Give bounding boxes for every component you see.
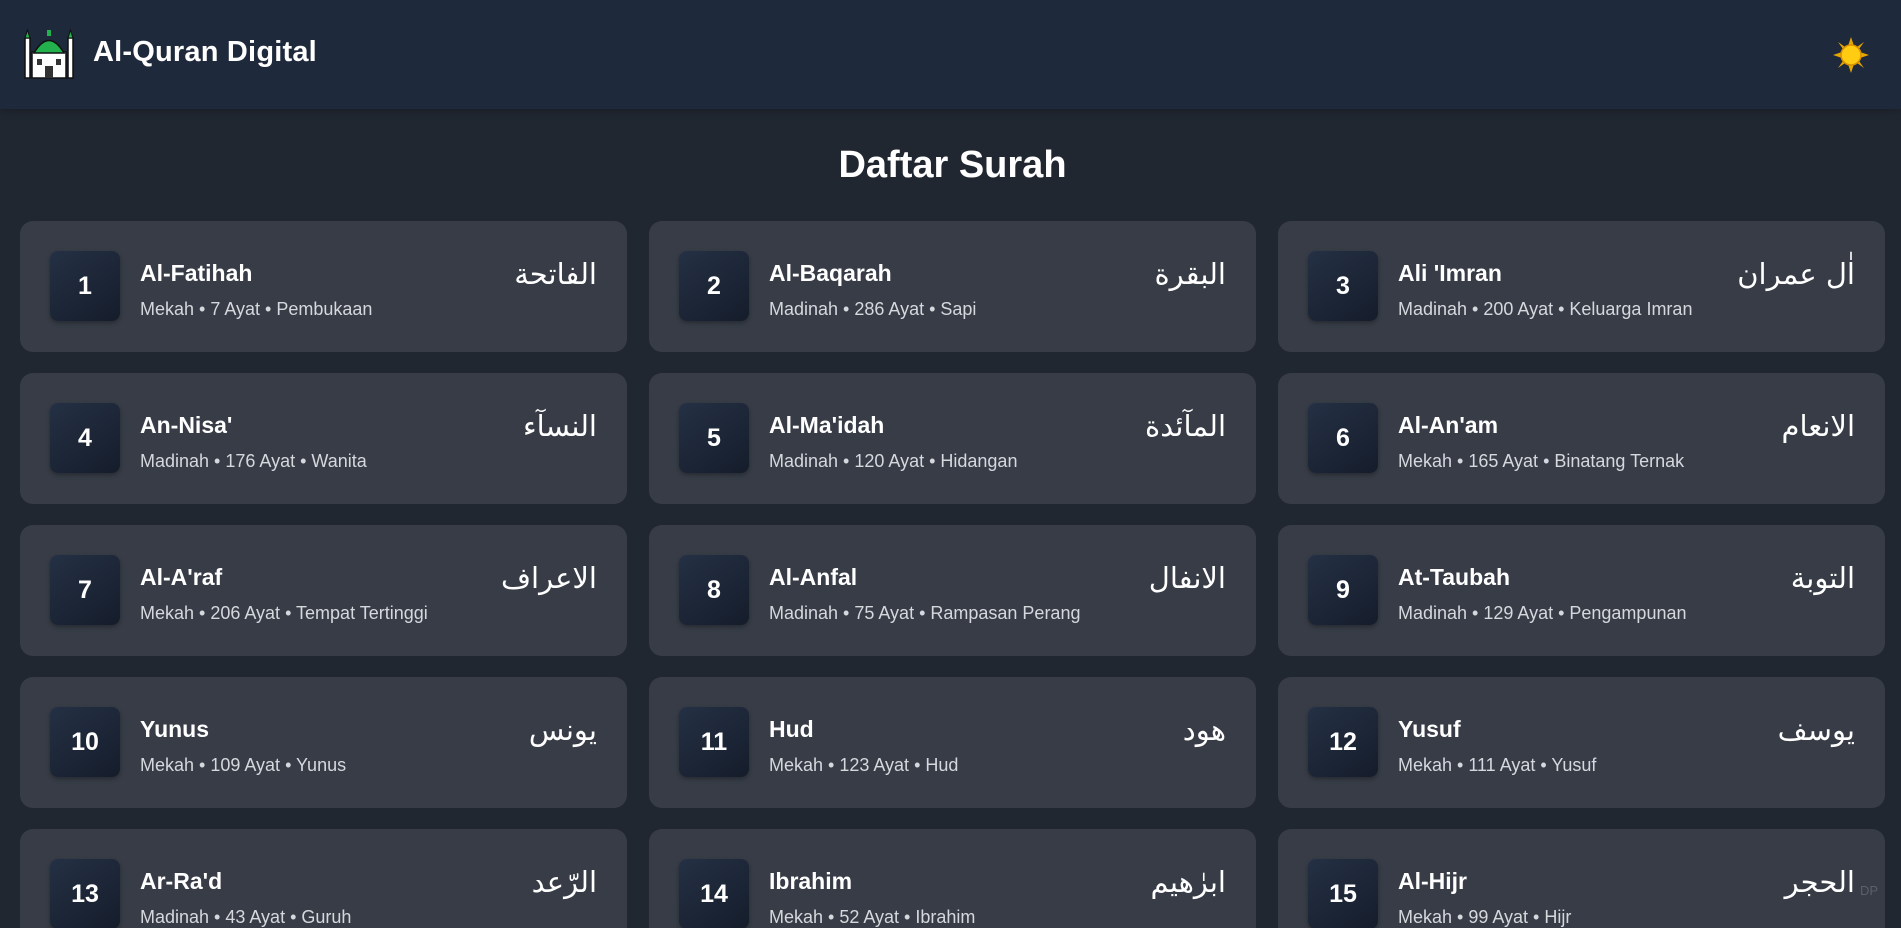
surah-arabic-name: يونس (528, 713, 597, 747)
surah-name: Yunus (140, 716, 210, 742)
surah-number-badge: 3 (1308, 251, 1378, 321)
surah-meta: Mekah • 123 Ayat • Hud (769, 755, 959, 775)
surah-number-badge: 2 (679, 251, 749, 321)
surah-card[interactable]: 8 Al-Anfal Madinah • 75 Ayat • Rampasan Pe… (649, 525, 1256, 656)
surah-number-badge: 9 (1308, 555, 1378, 625)
surah-number-badge: 4 (50, 403, 120, 473)
surah-name: Ali 'Imran (1398, 260, 1502, 286)
surah-number-badge: 13 (50, 859, 120, 928)
surah-number-badge: 10 (50, 707, 120, 777)
surah-arabic-name: ابرٰهيم (1150, 865, 1226, 899)
surah-number-badge: 14 (679, 859, 749, 928)
surah-arabic-name: يوسف (1777, 713, 1855, 747)
surah-name: Al-An'am (1398, 412, 1499, 438)
surah-meta: Mekah • 99 Ayat • Hijr (1398, 907, 1572, 927)
surah-arabic-name: الرّعد (531, 865, 597, 899)
surah-card[interactable]: 10 Yunus Mekah • 109 Ayat • Yunus يونس (20, 677, 627, 808)
surah-card[interactable]: 12 Yusuf Mekah • 111 Ayat • Yusuf يوسف (1278, 677, 1885, 808)
surah-meta: Madinah • 286 Ayat • Sapi (769, 299, 977, 319)
page-title: Daftar Surah (838, 144, 1067, 186)
surah-list: 1 Al-Fatihah Mekah • 7 Ayat • Pembukaan الف… (20, 221, 1885, 928)
surah-meta: Mekah • 206 Ayat • Tempat Tertinggi (140, 603, 428, 623)
surah-arabic-name: الاعراف (500, 561, 597, 595)
surah-meta: Mekah • 109 Ayat • Yunus (140, 755, 347, 775)
surah-card[interactable]: 11 Hud Mekah • 123 Ayat • Hud هود (649, 677, 1256, 808)
surah-card[interactable]: 14 Ibrahim Mekah • 52 Ayat • Ibrahim ابرٰهي… (649, 829, 1256, 928)
surah-meta: Mekah • 111 Ayat • Yusuf (1398, 755, 1597, 775)
surah-name: Al-Baqarah (769, 260, 892, 286)
surah-arabic-name: المآئدة (1145, 409, 1226, 443)
surah-name: Ar-Ra'd (140, 868, 223, 894)
top-navbar: Al-Quran Digital (0, 0, 1901, 109)
surah-card[interactable]: 2 Al-Baqarah Madinah • 286 Ayat • Sapi البق… (649, 221, 1256, 352)
surah-meta: Mekah • 165 Ayat • Binatang Ternak (1398, 451, 1685, 471)
surah-card[interactable]: 15 Al-Hijr Mekah • 99 Ayat • Hijr الحجر (1278, 829, 1885, 928)
surah-number-badge: 11 (679, 707, 749, 777)
surah-meta: Madinah • 176 Ayat • Wanita (140, 451, 367, 471)
surah-card[interactable]: 7 Al-A'raf Mekah • 206 Ayat • Tempat Terti… (20, 525, 627, 656)
surah-card[interactable]: 3 Ali 'Imran Madinah • 200 Ayat • Keluarga… (1278, 221, 1885, 352)
surah-number-badge: 6 (1308, 403, 1378, 473)
surah-number-badge: 7 (50, 555, 120, 625)
surah-arabic-name: هود (1182, 713, 1226, 747)
surah-number-badge: 1 (50, 251, 120, 321)
surah-number-badge: 5 (679, 403, 749, 473)
surah-name: Al-Anfal (769, 564, 858, 590)
surah-meta: Madinah • 43 Ayat • Guruh (140, 907, 352, 927)
surah-meta: Mekah • 7 Ayat • Pembukaan (140, 299, 373, 319)
mosque-icon (24, 28, 74, 79)
surah-arabic-name: الفاتحة (514, 257, 597, 291)
surah-arabic-name: اٰل عمران (1737, 257, 1855, 291)
surah-arabic-name: البقرة (1154, 257, 1226, 291)
surah-name: Yusuf (1398, 716, 1461, 742)
surah-meta: Madinah • 75 Ayat • Rampasan Perang (769, 603, 1081, 623)
surah-meta: Madinah • 200 Ayat • Keluarga Imran (1398, 299, 1693, 319)
corner-mark: DP (1860, 883, 1879, 898)
surah-name: Al-Ma'idah (769, 412, 885, 438)
surah-name: Hud (769, 716, 814, 742)
surah-card[interactable]: 4 An-Nisa' Madinah • 176 Ayat • Wanita النس… (20, 373, 627, 504)
surah-number-badge: 12 (1308, 707, 1378, 777)
surah-card[interactable]: 13 Ar-Ra'd Madinah • 43 Ayat • Guruh الرّعد (20, 829, 627, 928)
surah-card[interactable]: 1 Al-Fatihah Mekah • 7 Ayat • Pembukaan الف… (20, 221, 627, 352)
surah-card[interactable]: 9 At-Taubah Madinah • 129 Ayat • Pengampun… (1278, 525, 1885, 656)
surah-name: Ibrahim (769, 868, 853, 894)
surah-meta: Madinah • 120 Ayat • Hidangan (769, 451, 1018, 471)
surah-name: Al-Hijr (1398, 868, 1467, 894)
surah-name: Al-A'raf (140, 564, 223, 590)
surah-card[interactable]: 6 Al-An'am Mekah • 165 Ayat • Binatang Ter… (1278, 373, 1885, 504)
surah-name: Al-Fatihah (140, 260, 253, 286)
surah-number-badge: 15 (1308, 859, 1378, 928)
surah-arabic-name: الانعام (1781, 409, 1855, 443)
app-title: Al-Quran Digital (93, 36, 317, 68)
surah-arabic-name: النسآء (523, 409, 597, 443)
surah-meta: Madinah • 129 Ayat • Pengampunan (1398, 603, 1687, 623)
surah-meta: Mekah • 52 Ayat • Ibrahim (769, 907, 976, 927)
surah-arabic-name: التوبة (1790, 561, 1855, 595)
surah-arabic-name: الحجر (1784, 865, 1855, 899)
surah-name: An-Nisa' (140, 412, 233, 438)
surah-arabic-name: الانفال (1148, 561, 1226, 595)
surah-name: At-Taubah (1398, 564, 1511, 590)
surah-number-badge: 8 (679, 555, 749, 625)
sun-icon[interactable] (1832, 36, 1870, 74)
surah-card[interactable]: 5 Al-Ma'idah Madinah • 120 Ayat • Hidangan… (649, 373, 1256, 504)
